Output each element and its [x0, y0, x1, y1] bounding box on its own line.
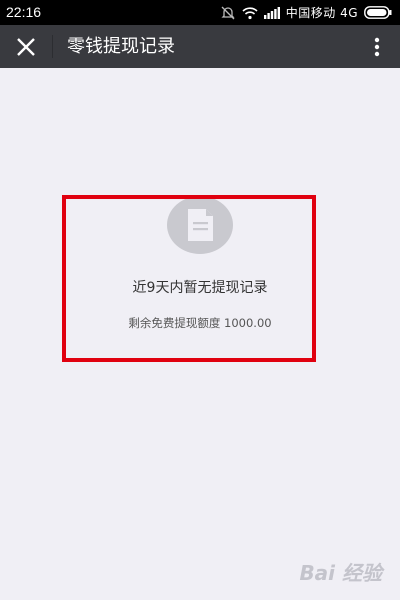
- title-divider: [52, 35, 53, 58]
- close-button[interactable]: [6, 31, 46, 63]
- more-button[interactable]: [362, 31, 392, 63]
- signal-icon: [263, 7, 280, 19]
- more-vertical-icon: [374, 37, 380, 57]
- highlight-box: [62, 195, 316, 362]
- close-icon: [17, 38, 35, 56]
- carrier-label: 中国移动 4G: [285, 6, 358, 20]
- wifi-icon: [242, 6, 258, 19]
- page-title: 零钱提现记录: [67, 36, 175, 57]
- status-bar: 22:16 中国移动 4G: [0, 0, 400, 25]
- watermark: Bai 经验: [299, 561, 382, 585]
- status-time: 22:16: [6, 4, 42, 20]
- battery-icon: [364, 6, 392, 19]
- status-icons: 中国移动 4G: [220, 3, 392, 22]
- notifications-off-icon: [221, 6, 235, 19]
- title-bar: 零钱提现记录: [0, 25, 400, 68]
